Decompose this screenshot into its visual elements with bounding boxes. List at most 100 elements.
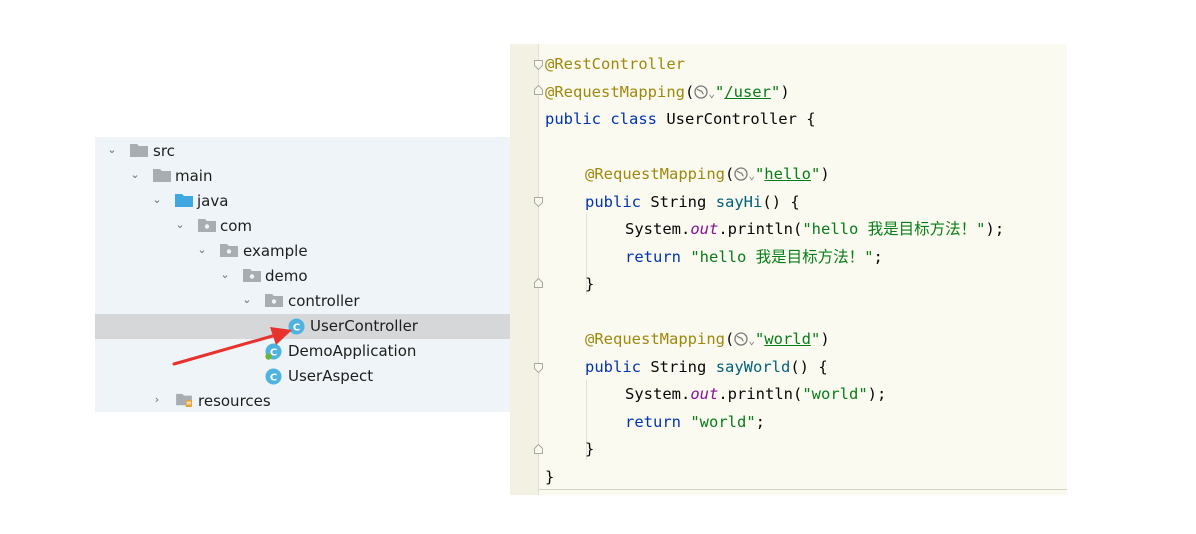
identifier-token: System. <box>625 385 691 403</box>
tree-item-com[interactable]: ⌄ com <box>95 214 537 239</box>
chevron-right-icon[interactable]: › <box>151 394 163 406</box>
method-call-token: .println( <box>718 385 803 403</box>
tree-item-label: UserController <box>310 317 418 335</box>
folder-icon <box>153 169 171 182</box>
package-icon <box>265 294 283 307</box>
tree-item-label: controller <box>288 292 360 310</box>
chevron-down-icon[interactable]: ⌄ <box>241 294 253 306</box>
fold-end-icon[interactable] <box>534 85 543 95</box>
code-line[interactable]: @RequestMapping(⌄"/user") <box>545 79 790 105</box>
method-name-token: sayWorld <box>715 358 791 376</box>
chevron-down-icon[interactable]: ⌄ <box>748 169 755 182</box>
string-token: " <box>810 165 821 183</box>
tree-item-demoapplication[interactable]: C DemoApplication <box>95 339 537 364</box>
keyword-token: return <box>625 248 681 266</box>
field-token: out <box>690 385 719 403</box>
tree-item-controller[interactable]: ⌄ controller <box>95 289 537 314</box>
gutter-border <box>538 44 539 495</box>
code-line[interactable]: @RestController <box>545 51 685 77</box>
tree-item-label: demo <box>265 267 308 285</box>
code-line[interactable]: @RequestMapping(⌄"world") <box>585 326 830 352</box>
tree-item-resources[interactable]: › resources <box>95 389 537 412</box>
string-token[interactable]: /user <box>724 83 771 101</box>
fold-start-icon[interactable] <box>534 197 543 207</box>
tree-item-label: example <box>243 242 308 260</box>
punctuation-token: } <box>585 440 595 458</box>
code-line[interactable]: return "hello 我是目标方法！"; <box>625 244 883 270</box>
fold-start-icon[interactable] <box>534 60 543 70</box>
code-line[interactable]: System.out.println("hello 我是目标方法！"); <box>625 216 1004 242</box>
string-token: " <box>754 165 765 183</box>
tree-item-src[interactable]: ⌄ src <box>95 139 537 164</box>
globe-icon[interactable] <box>734 332 748 346</box>
fold-start-icon[interactable] <box>534 363 543 373</box>
punctuation-token: () { <box>790 358 828 376</box>
chevron-down-icon[interactable]: ⌄ <box>151 194 163 206</box>
tree-item-demo[interactable]: ⌄ demo <box>95 264 537 289</box>
editor-bottom-border <box>539 489 1067 490</box>
chevron-down-icon[interactable]: ⌄ <box>708 87 715 100</box>
keyword-token: public class <box>545 110 657 128</box>
svg-text:C: C <box>270 372 277 383</box>
code-line[interactable]: System.out.println("world"); <box>625 381 886 407</box>
package-icon <box>220 244 238 257</box>
folder-icon <box>130 144 148 157</box>
fold-end-icon[interactable] <box>534 278 543 288</box>
string-token[interactable]: hello <box>764 165 811 183</box>
type-token: String <box>650 358 707 376</box>
tree-item-label: main <box>175 167 213 185</box>
string-token: " <box>754 330 765 348</box>
punctuation-token: } <box>545 468 555 486</box>
tree-item-label: src <box>153 142 175 160</box>
resources-folder-icon <box>176 393 192 407</box>
chevron-down-icon[interactable]: ⌄ <box>106 144 118 156</box>
tree-item-main[interactable]: ⌄ main <box>95 164 537 189</box>
tree-item-usercontroller[interactable]: C UserController <box>95 314 537 339</box>
code-editor[interactable]: @RestController @RequestMapping(⌄"/user"… <box>510 44 1067 495</box>
tree-item-java[interactable]: ⌄ java <box>95 189 537 214</box>
punctuation-token: ; <box>873 248 883 266</box>
red-arrow-annotation <box>172 327 292 366</box>
annotation-token: @RequestMapping <box>545 83 685 101</box>
code-line[interactable]: public String sayHi() { <box>585 189 800 215</box>
string-token[interactable]: world <box>764 330 811 348</box>
string-token: "hello <box>690 248 756 266</box>
chevron-down-icon[interactable]: ⌄ <box>748 334 755 347</box>
punctuation-token: } <box>585 275 595 293</box>
editor-gutter <box>510 44 539 495</box>
string-token: "hello <box>802 220 868 238</box>
chevron-down-icon[interactable]: ⌄ <box>174 219 186 231</box>
tree-item-label: com <box>220 217 253 235</box>
identifier-token: System. <box>625 220 691 238</box>
package-icon <box>198 219 216 232</box>
string-token: " <box>864 248 874 266</box>
fold-end-icon[interactable] <box>534 444 543 454</box>
punctuation-token: ); <box>867 385 887 403</box>
code-line[interactable]: } <box>585 271 594 297</box>
code-line[interactable]: } <box>585 436 594 462</box>
chevron-down-icon[interactable]: ⌄ <box>219 269 231 281</box>
code-line[interactable]: public class UserController { <box>545 106 816 132</box>
chevron-down-icon[interactable]: ⌄ <box>196 244 208 256</box>
type-token: String <box>650 193 707 211</box>
code-line[interactable]: return "world"; <box>625 409 765 435</box>
globe-icon[interactable] <box>694 85 708 99</box>
globe-icon[interactable] <box>734 167 748 181</box>
string-token: 我是目标方法！ <box>755 248 865 266</box>
string-token: " <box>810 330 821 348</box>
tree-item-label: DemoApplication <box>288 342 417 360</box>
code-line[interactable]: public String sayWorld() { <box>585 354 828 380</box>
method-name-token: sayHi <box>715 193 763 211</box>
tree-item-label: UserAspect <box>288 367 374 385</box>
code-line[interactable]: @RequestMapping(⌄"hello") <box>585 161 830 187</box>
string-token: " <box>976 220 986 238</box>
source-folder-icon <box>175 194 193 207</box>
string-token: "world" <box>802 385 868 403</box>
chevron-down-icon[interactable]: ⌄ <box>129 169 141 181</box>
string-token: "world" <box>690 413 756 431</box>
keyword-token: return <box>625 413 681 431</box>
code-line[interactable]: } <box>545 464 554 490</box>
punctuation-token: ); <box>985 220 1005 238</box>
tree-item-useraspect[interactable]: C UserAspect <box>95 364 537 389</box>
tree-item-example[interactable]: ⌄ example <box>95 239 537 264</box>
